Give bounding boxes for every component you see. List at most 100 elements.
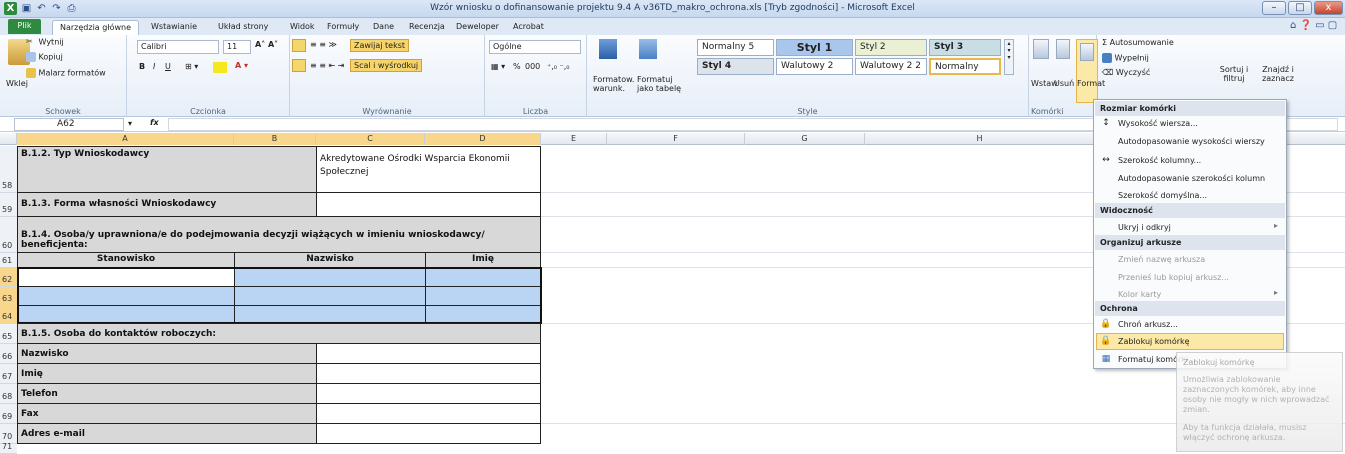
font-name-combo[interactable]: Calibri: [137, 40, 219, 54]
header-nazwisko[interactable]: Nazwisko: [234, 252, 426, 268]
currency-icon[interactable]: ▦ ▾: [491, 62, 505, 71]
copy-button[interactable]: Kopiuj: [26, 52, 63, 62]
name-box-dropdown-icon[interactable]: ▾: [128, 119, 132, 128]
menu-row-height[interactable]: Wysokość wiersza...: [1118, 116, 1198, 131]
label-imie[interactable]: Imię: [17, 363, 317, 384]
label-email[interactable]: Adres e-mail: [17, 423, 317, 444]
tab-developer[interactable]: Deweloper: [449, 20, 506, 35]
fill-button[interactable]: Wypełnij: [1102, 53, 1149, 63]
column-header-d[interactable]: D: [425, 133, 541, 145]
cell-b12-value[interactable]: Akredytowane Ośrodki Wsparcia Ekonomii S…: [316, 146, 541, 193]
column-header-a[interactable]: A: [17, 133, 234, 145]
help-icon[interactable]: ⌂ ❓ ▭ ▢: [1290, 20, 1337, 31]
delete-cells-icon[interactable]: [1056, 39, 1070, 59]
find-select-button[interactable]: Znajdź i zaznacz: [1258, 65, 1298, 83]
column-header-e[interactable]: E: [541, 133, 607, 145]
row-header-71[interactable]: 71: [0, 442, 17, 454]
cell-b13-label[interactable]: B.1.3. Forma własności Wnioskodawcy: [17, 192, 317, 217]
row-header-63[interactable]: 63: [0, 287, 17, 306]
menu-default-width[interactable]: Szerokość domyślna...: [1118, 188, 1207, 203]
row-header-58[interactable]: 58: [0, 146, 17, 193]
clear-button[interactable]: ⌫ Wyczyść: [1102, 68, 1150, 77]
delete-button[interactable]: Usuń: [1054, 79, 1074, 88]
column-header-b[interactable]: B: [234, 133, 316, 145]
format-painter-button[interactable]: Malarz formatów: [26, 68, 106, 78]
menu-column-width[interactable]: Szerokość kolumny...: [1118, 153, 1201, 168]
name-box[interactable]: A62: [14, 118, 124, 131]
borders-icon[interactable]: ⊞ ▾: [185, 62, 198, 71]
maximize-button[interactable]: □: [1288, 1, 1312, 15]
row-header-68[interactable]: 68: [0, 384, 17, 404]
minimize-button[interactable]: –: [1262, 1, 1286, 15]
style-1[interactable]: Styl 1: [776, 39, 853, 56]
value-fax[interactable]: [316, 403, 541, 424]
insert-cells-icon[interactable]: [1033, 39, 1049, 59]
menu-lock-cell[interactable]: Zablokuj komórkę: [1118, 334, 1190, 349]
value-email[interactable]: [316, 423, 541, 444]
align-left-icon[interactable]: [292, 59, 306, 72]
merge-center-button[interactable]: Scal i wyśrodkuj: [350, 59, 423, 72]
header-stanowisko[interactable]: Stanowisko: [17, 252, 235, 268]
tab-home[interactable]: Narzędzia główne: [52, 20, 140, 35]
underline-button[interactable]: U: [165, 62, 171, 71]
fill-color-icon[interactable]: [213, 62, 227, 73]
value-nazwisko[interactable]: [316, 343, 541, 364]
style-currency-2[interactable]: Walutowy 2: [776, 58, 853, 75]
autosum-button[interactable]: Σ Autosumowanie: [1102, 38, 1174, 47]
sort-filter-button[interactable]: Sortuj i filtruj: [1214, 65, 1254, 83]
conditional-format-button[interactable]: Formatow. warunk.: [593, 75, 643, 93]
row-header-69[interactable]: 69: [0, 404, 17, 424]
number-format-combo[interactable]: Ogólne: [489, 40, 581, 54]
tab-data[interactable]: Dane: [366, 20, 401, 35]
conditional-format-icon[interactable]: [599, 39, 617, 59]
menu-tab-color[interactable]: Kolor karty: [1118, 287, 1161, 302]
style-currency-2-2[interactable]: Walutowy 2 2: [855, 58, 927, 75]
tab-view[interactable]: Widok: [283, 20, 322, 35]
row-header-66[interactable]: 66: [0, 344, 17, 364]
thousands-button[interactable]: 000: [525, 62, 540, 71]
align-top-icon[interactable]: [292, 39, 306, 52]
column-header-h[interactable]: H: [865, 133, 1095, 145]
label-telefon[interactable]: Telefon: [17, 383, 317, 404]
row-header-62[interactable]: 62: [0, 268, 17, 287]
row-header-65[interactable]: 65: [0, 324, 17, 344]
cell-b14-label[interactable]: B.1.4. Osoba/y uprawniona/e do podejmowa…: [17, 216, 541, 253]
format-table-button[interactable]: Formatuj jako tabelę: [637, 75, 689, 93]
style-normal-5[interactable]: Normalny 5: [697, 39, 774, 56]
value-telefon[interactable]: [316, 383, 541, 404]
column-header-g[interactable]: G: [745, 133, 865, 145]
paste-button[interactable]: Wklej: [6, 79, 28, 88]
styles-scroll-icon[interactable]: ▴ ▾ ▾: [1004, 39, 1014, 75]
fx-icon[interactable]: fx: [150, 118, 159, 127]
tab-acrobat[interactable]: Acrobat: [506, 20, 551, 35]
percent-button[interactable]: %: [513, 62, 521, 71]
cut-button[interactable]: ✂ Wytnij: [26, 37, 64, 47]
wrap-text-button[interactable]: Zawijaj tekst: [350, 39, 410, 52]
format-table-icon[interactable]: [639, 39, 657, 59]
italic-button[interactable]: I: [153, 62, 155, 71]
select-all-corner[interactable]: [0, 133, 17, 145]
row-header-60[interactable]: 60: [0, 217, 17, 253]
align-middle-icon[interactable]: ≡ ≡ ≫: [310, 40, 337, 49]
align-center-icon[interactable]: ≡ ≡ ⇤ ⇥: [310, 61, 344, 70]
row-header-64[interactable]: 64: [0, 306, 17, 324]
tab-file[interactable]: Plik: [8, 19, 41, 34]
header-imie[interactable]: Imię: [425, 252, 541, 268]
font-size-combo[interactable]: 11: [223, 40, 251, 54]
menu-autofit-row[interactable]: Autodopasowanie wysokości wierszy: [1118, 134, 1265, 149]
column-header-c[interactable]: C: [316, 133, 425, 145]
row-header-70[interactable]: 70: [0, 424, 17, 444]
cell-b15-label[interactable]: B.1.5. Osoba do kontaktów roboczych:: [17, 323, 541, 344]
value-imie[interactable]: [316, 363, 541, 384]
menu-rename-sheet[interactable]: Zmień nazwę arkusza: [1118, 252, 1205, 267]
close-button[interactable]: x: [1314, 1, 1343, 15]
tab-page-layout[interactable]: Układ strony: [211, 20, 275, 35]
label-fax[interactable]: Fax: [17, 403, 317, 424]
label-nazwisko[interactable]: Nazwisko: [17, 343, 317, 364]
row-header-61[interactable]: 61: [0, 253, 17, 268]
style-3[interactable]: Styl 3: [929, 39, 1001, 56]
font-color-icon[interactable]: A ▾: [235, 61, 248, 70]
style-4[interactable]: Styl 4: [697, 58, 774, 75]
menu-autofit-column[interactable]: Autodopasowanie szerokości kolumn: [1118, 171, 1265, 186]
row-header-59[interactable]: 59: [0, 193, 17, 217]
